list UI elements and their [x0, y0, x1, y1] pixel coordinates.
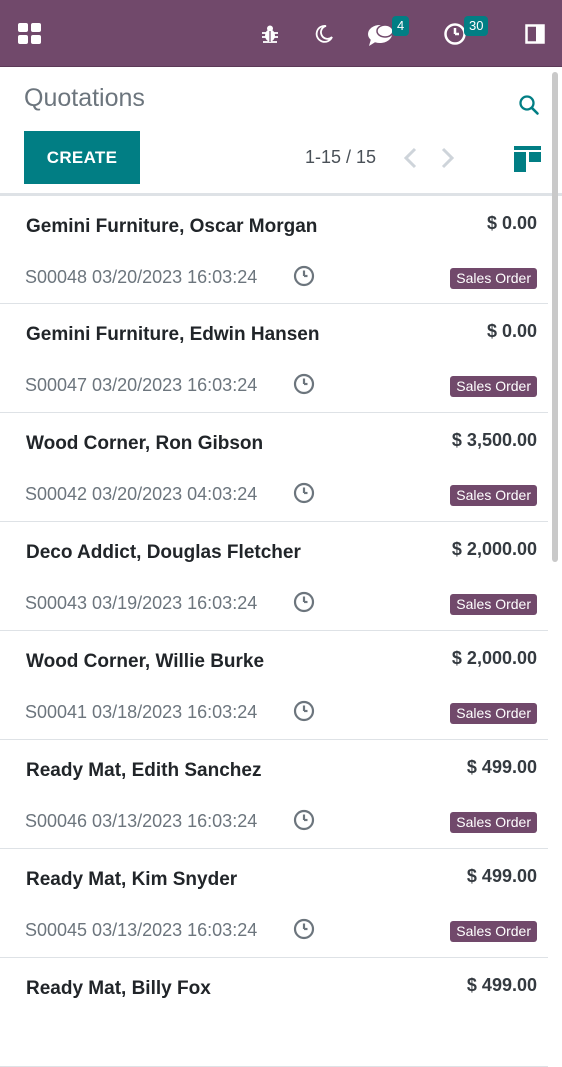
- top-navbar: 4 30: [0, 0, 562, 67]
- record-reference-date: S00043 03/19/2023 16:03:24: [25, 593, 258, 613]
- record-customer-name: Ready Mat, Billy Fox: [26, 978, 211, 999]
- messages-chat-icon[interactable]: [366, 22, 394, 48]
- create-button[interactable]: CREATE: [24, 131, 140, 184]
- activity-clock-icon[interactable]: [293, 700, 315, 722]
- record-customer-name: Gemini Furniture, Oscar Morgan: [26, 216, 318, 237]
- record-reference-date: S00046 03/13/2023 16:03:24: [25, 811, 258, 831]
- status-badge: Sales Order: [450, 485, 537, 506]
- record-customer-name: Wood Corner, Ron Gibson: [26, 433, 264, 454]
- kanban-record-card[interactable]: Wood Corner, Ron Gibson $ 3,500.00 S0004…: [0, 413, 548, 522]
- record-amount: $ 0.00: [486, 213, 537, 233]
- control-panel: Quotations CREATE 1-15 / 15: [0, 68, 562, 196]
- dark-mode-moon-icon[interactable]: [313, 23, 335, 45]
- record-customer-name: Deco Addict, Douglas Fletcher: [26, 542, 301, 563]
- pager-previous-chevron-icon[interactable]: [402, 146, 420, 170]
- search-icon[interactable]: [518, 94, 540, 116]
- record-customer-name: Ready Mat, Edith Sanchez: [26, 760, 262, 781]
- kanban-record-card[interactable]: Ready Mat, Edith Sanchez $ 499.00 S00046…: [0, 740, 548, 849]
- status-badge: Sales Order: [450, 703, 537, 724]
- page-title: Quotations: [24, 84, 145, 112]
- record-amount: $ 499.00: [466, 975, 537, 995]
- activities-count-badge: 30: [464, 16, 489, 36]
- status-badge: Sales Order: [450, 921, 537, 942]
- kanban-record-card[interactable]: Ready Mat, Kim Snyder $ 499.00 S00045 03…: [0, 849, 548, 958]
- kanban-record-card[interactable]: Gemini Furniture, Edwin Hansen $ 0.00 S0…: [0, 304, 548, 413]
- pager-next-chevron-icon[interactable]: [438, 146, 456, 170]
- activity-clock-icon[interactable]: [293, 591, 315, 613]
- activity-clock-icon[interactable]: [293, 918, 315, 940]
- debug-bug-icon[interactable]: [259, 23, 281, 45]
- record-amount: $ 499.00: [466, 866, 537, 886]
- kanban-record-card[interactable]: Ready Mat, Billy Fox $ 499.00: [0, 958, 548, 1067]
- status-badge: Sales Order: [450, 594, 537, 615]
- sidebar-toggle-icon[interactable]: [524, 23, 546, 45]
- activity-clock-icon[interactable]: [293, 373, 315, 395]
- status-badge: Sales Order: [450, 812, 537, 833]
- activity-clock-icon[interactable]: [293, 809, 315, 831]
- kanban-record-list: Gemini Furniture, Oscar Morgan $ 0.00 S0…: [0, 196, 548, 1067]
- record-customer-name: Wood Corner, Willie Burke: [26, 651, 265, 672]
- apps-menu-grid-icon[interactable]: [17, 22, 43, 46]
- record-reference-date: S00048 03/20/2023 16:03:24: [25, 267, 258, 287]
- messages-count-badge: 4: [392, 16, 410, 36]
- activity-clock-icon[interactable]: [293, 265, 315, 287]
- record-amount: $ 2,000.00: [451, 539, 537, 559]
- scrollbar[interactable]: [552, 72, 558, 562]
- record-amount: $ 3,500.00: [451, 430, 537, 450]
- record-reference-date: S00041 03/18/2023 16:03:24: [25, 702, 258, 722]
- pager-value[interactable]: 1-15 / 15: [305, 147, 376, 168]
- record-amount: $ 2,000.00: [451, 648, 537, 668]
- kanban-record-card[interactable]: Deco Addict, Douglas Fletcher $ 2,000.00…: [0, 522, 548, 631]
- record-reference-date: S00042 03/20/2023 04:03:24: [25, 484, 258, 504]
- record-amount: $ 499.00: [466, 757, 537, 777]
- kanban-record-card[interactable]: Gemini Furniture, Oscar Morgan $ 0.00 S0…: [0, 196, 548, 304]
- record-reference-date: S00045 03/13/2023 16:03:24: [25, 920, 258, 940]
- activity-clock-icon[interactable]: [293, 482, 315, 504]
- record-customer-name: Gemini Furniture, Edwin Hansen: [26, 324, 320, 345]
- kanban-record-card[interactable]: Wood Corner, Willie Burke $ 2,000.00 S00…: [0, 631, 548, 740]
- status-badge: Sales Order: [450, 268, 537, 289]
- record-reference-date: S00047 03/20/2023 16:03:24: [25, 375, 258, 395]
- record-customer-name: Ready Mat, Kim Snyder: [26, 869, 238, 890]
- status-badge: Sales Order: [450, 376, 537, 397]
- record-amount: $ 0.00: [486, 321, 537, 341]
- kanban-view-switch-icon[interactable]: [514, 146, 541, 172]
